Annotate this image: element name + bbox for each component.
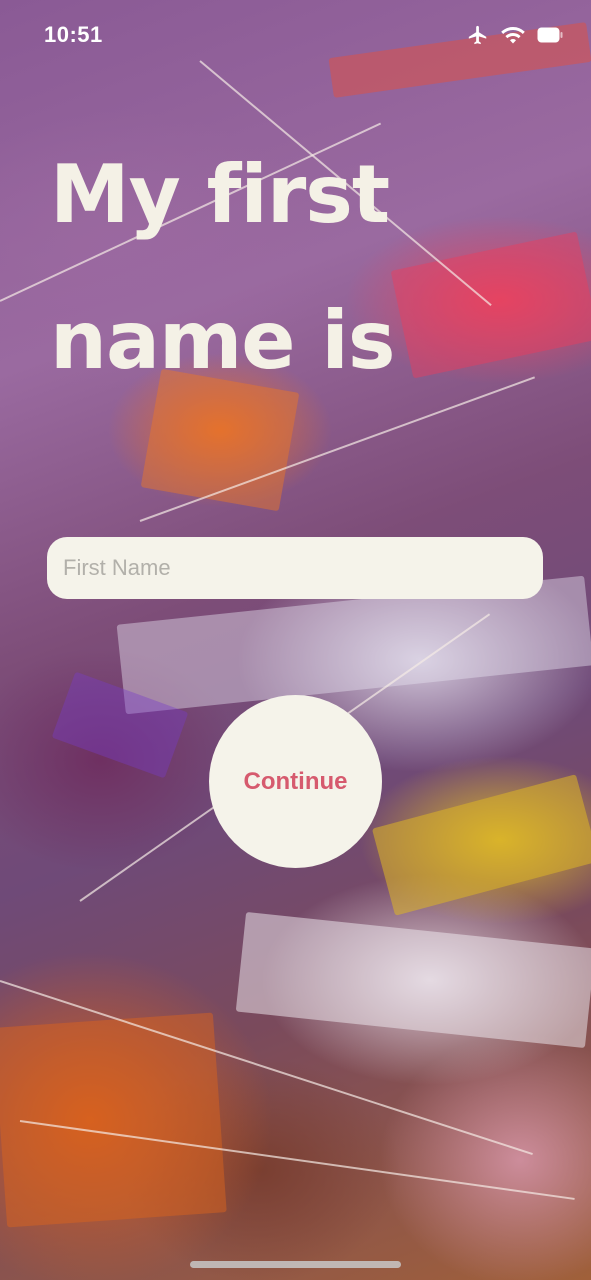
battery-icon bbox=[537, 27, 563, 48]
page-title-line-2: name is bbox=[50, 294, 395, 387]
first-name-input[interactable] bbox=[47, 537, 543, 599]
status-icons bbox=[467, 24, 563, 51]
airplane-icon bbox=[467, 24, 489, 51]
continue-button[interactable]: Continue bbox=[209, 695, 382, 868]
page-title-line-1: My first bbox=[50, 148, 390, 241]
status-bar: 10:51 bbox=[0, 0, 591, 70]
status-time: 10:51 bbox=[44, 22, 103, 47]
home-indicator bbox=[190, 1261, 401, 1268]
page-title: My first name is bbox=[50, 122, 550, 414]
wifi-icon bbox=[501, 25, 525, 50]
